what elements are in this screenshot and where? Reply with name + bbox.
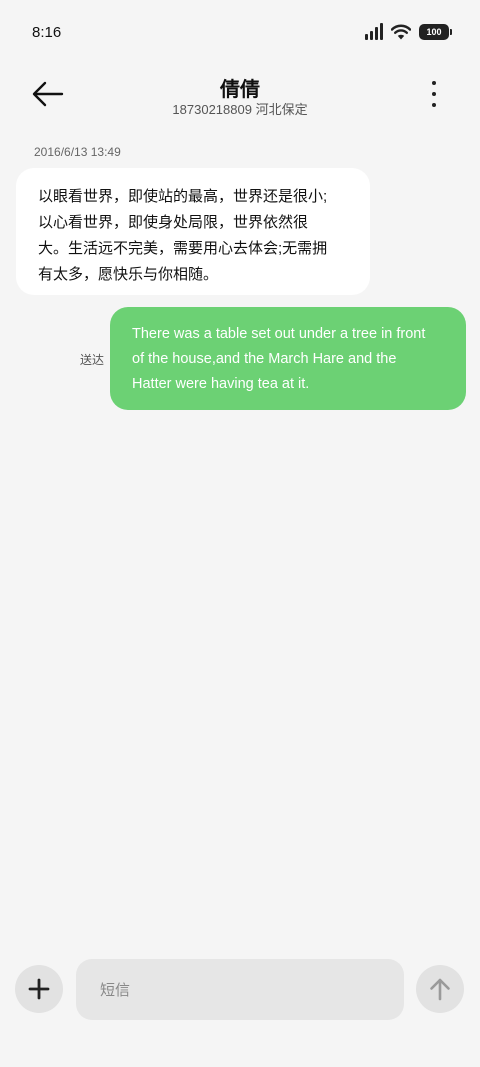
add-attachment-button[interactable] — [15, 965, 63, 1013]
battery-icon: 100 — [419, 23, 452, 40]
sent-message-line: There was a table set out under a tree i… — [132, 326, 426, 342]
status-icons: 100 — [365, 23, 452, 40]
contact-name: 倩倩 — [220, 79, 260, 101]
sent-message-bubble[interactable]: There was a table set out under a tree i… — [110, 307, 466, 410]
received-message-line: 有太多，愿快乐与你相随。 — [38, 266, 219, 283]
messaging-screen: 8:16 100 倩倩 18730218809 河北保定 2016/6/13 1… — [0, 0, 480, 1067]
status-time: 8:16 — [32, 24, 62, 41]
received-message-bubble[interactable]: 以眼看世界，即使站的最高，世界还是很小; 以心看世界，即使身处局限，世界依然很 … — [16, 168, 370, 295]
delivery-status: 送达 — [80, 353, 105, 367]
message-input[interactable]: 短信 — [76, 959, 404, 1020]
more-options-button[interactable] — [422, 79, 446, 109]
plus-icon — [28, 978, 50, 1000]
received-message-line: 大。生活远不完美，需要用心去体会;无需拥 — [38, 240, 328, 257]
arrow-up-icon — [430, 978, 450, 1001]
message-composer: 短信 — [0, 938, 480, 1067]
conversation-header: 倩倩 18730218809 河北保定 — [0, 64, 480, 128]
message-input-placeholder: 短信 — [100, 982, 131, 999]
contact-detail: 18730218809 河北保定 — [172, 102, 308, 117]
sent-message-line: of the house,and the March Hare and the — [132, 351, 397, 367]
sent-message-line: Hatter were having tea at it. — [132, 376, 310, 392]
received-message-line: 以心看世界，即使身处局限，世界依然很 — [38, 214, 309, 231]
send-button[interactable] — [416, 965, 464, 1013]
received-message-line: 以眼看世界，即使站的最高，世界还是很小; — [38, 188, 328, 205]
message-timestamp: 2016/6/13 13:49 — [34, 145, 121, 159]
status-bar: 8:16 100 — [0, 0, 480, 64]
signal-icon — [365, 23, 383, 40]
wifi-icon — [391, 24, 411, 40]
battery-level: 100 — [426, 26, 442, 37]
more-vertical-icon — [432, 81, 436, 85]
